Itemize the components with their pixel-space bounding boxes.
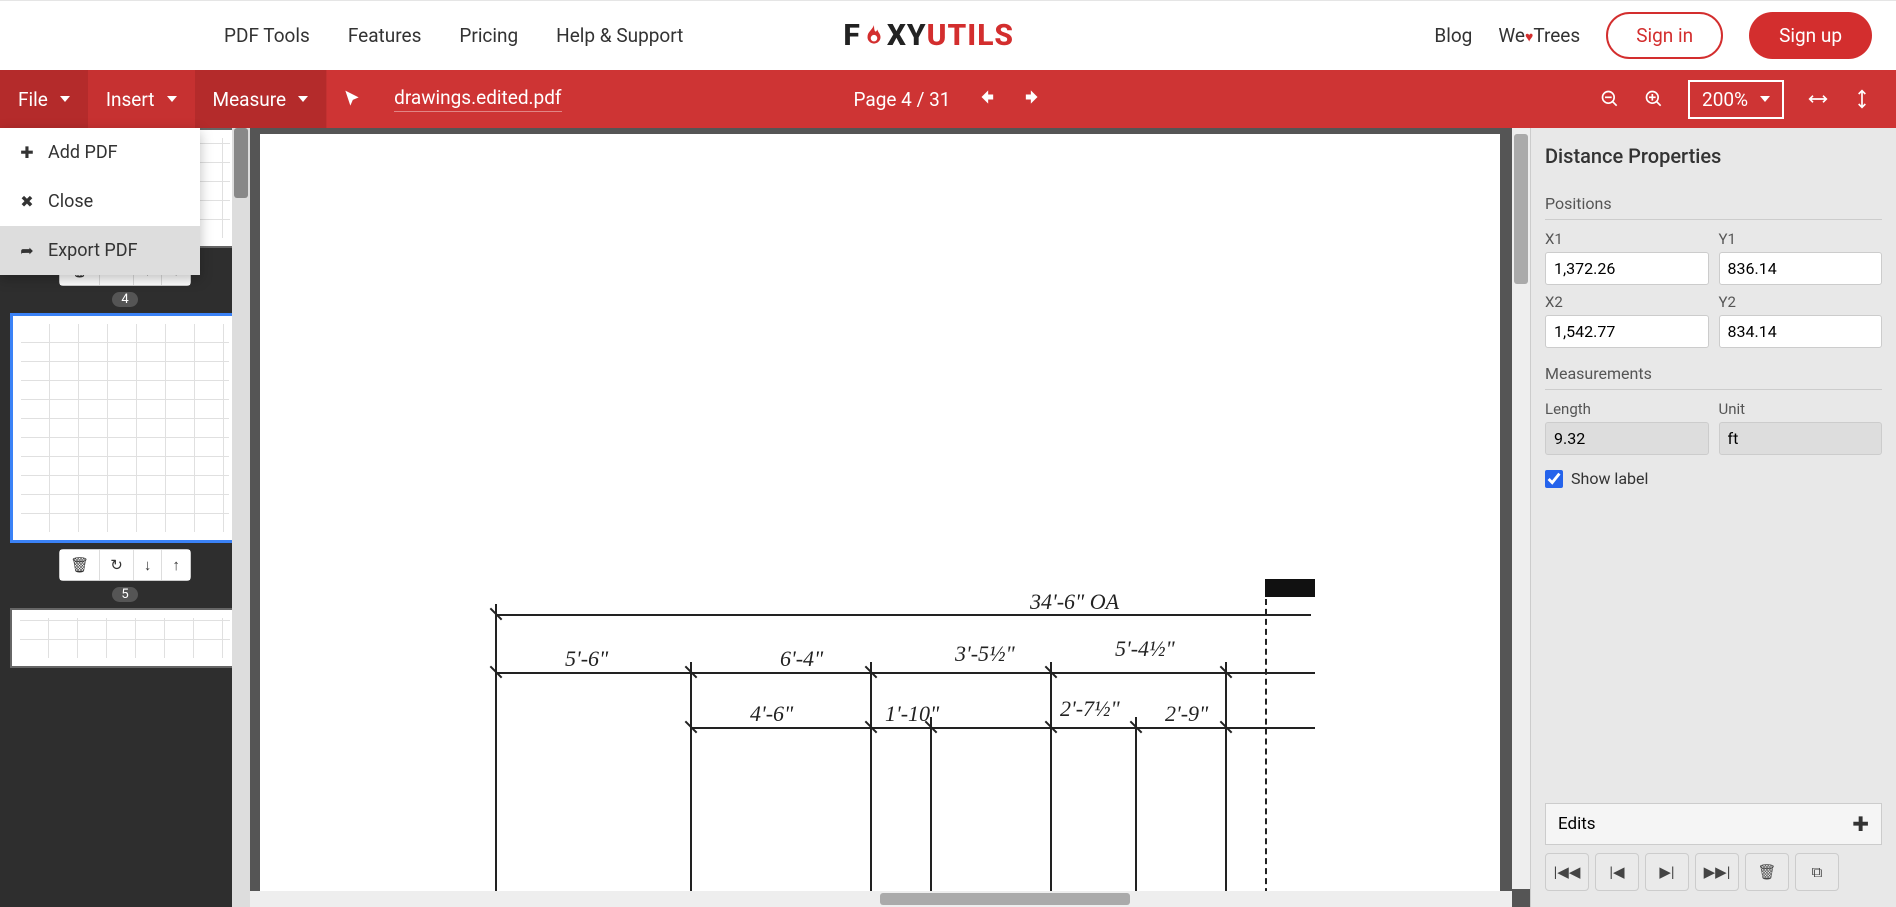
pager: Page 4 / 31 [854, 87, 1043, 112]
edits-delete-button[interactable]: 🗑 [1745, 853, 1789, 891]
length-label: Length [1545, 400, 1709, 418]
dim-7: 2'-7½" [1060, 696, 1120, 722]
zoom-out-button[interactable] [1600, 89, 1620, 109]
caret-down-icon [60, 96, 70, 102]
unit-input [1719, 422, 1883, 455]
page-indicator: Page 4 / 31 [854, 88, 951, 111]
canvas-hscrollbar[interactable] [250, 891, 1512, 907]
filename-display[interactable]: drawings.edited.pdf [394, 86, 561, 112]
nav-help-support[interactable]: Help & Support [556, 24, 683, 47]
dim-5: 4'-6" [750, 701, 793, 727]
arrow-right-icon [1022, 87, 1042, 107]
show-label-text: Show label [1571, 469, 1648, 488]
top-nav: PDF Tools Features Pricing Help & Suppor… [0, 0, 1896, 70]
thumbnail-number-5: 5 [112, 587, 138, 602]
positions-section-label: Positions [1545, 194, 1882, 220]
edits-last-button[interactable]: ▶▶| [1695, 853, 1739, 891]
nav-wetrees[interactable]: We♥Trees [1498, 24, 1580, 47]
next-page-button[interactable] [1022, 87, 1042, 112]
plus-icon: ✚ [18, 143, 36, 162]
dim-8: 2'-9" [1165, 701, 1208, 727]
edits-copy-button[interactable]: ⧉ [1795, 853, 1839, 891]
logo-utils: UTILS [927, 18, 1014, 53]
insert-menu-button[interactable]: Insert [88, 70, 195, 128]
fit-height-button[interactable] [1852, 89, 1872, 109]
thumbnail-toolbar: 🗑 ↻ ↓ ↑ [59, 549, 191, 581]
caret-down-icon [167, 96, 177, 102]
pointer-tool-button[interactable] [326, 70, 376, 128]
measurements-section-label: Measurements [1545, 364, 1882, 390]
arrow-left-icon [976, 87, 996, 107]
x2-label: X2 [1545, 293, 1709, 311]
canvas-area: 34'-6" OA 5'-6" 6'-4" 3'-5½" 5'-4½" 4'-6… [250, 128, 1530, 907]
y2-input[interactable] [1719, 315, 1883, 348]
scrollbar-thumb[interactable] [880, 893, 1130, 905]
show-label-checkbox[interactable] [1545, 470, 1563, 488]
export-icon: ➦ [18, 241, 36, 260]
properties-panel: Distance Properties Positions X1 Y1 X2 Y… [1530, 128, 1896, 907]
nav-pricing[interactable]: Pricing [459, 24, 518, 47]
thumb-delete-button[interactable]: 🗑 [60, 550, 100, 580]
thumbnail-page-4[interactable] [10, 313, 240, 543]
caret-down-icon [298, 96, 308, 102]
canvas-vscrollbar[interactable] [1512, 128, 1530, 889]
logo-f: F [843, 18, 860, 53]
edits-prev-button[interactable]: |◀ [1595, 853, 1639, 891]
scrollbar-thumb[interactable] [234, 128, 248, 198]
panel-title: Distance Properties [1545, 144, 1882, 168]
nav-blog[interactable]: Blog [1434, 24, 1472, 47]
y1-label: Y1 [1719, 230, 1883, 248]
fit-width-button[interactable] [1808, 89, 1828, 109]
dim-1: 5'-6" [565, 646, 608, 672]
thumbnail-number-4: 4 [112, 292, 138, 307]
flame-icon [861, 23, 887, 49]
edits-label: Edits [1558, 814, 1596, 834]
file-menu-export-pdf[interactable]: ➦ Export PDF [0, 226, 200, 275]
prev-page-button[interactable] [976, 87, 996, 112]
x1-label: X1 [1545, 230, 1709, 248]
edits-first-button[interactable]: |◀◀ [1545, 853, 1589, 891]
scrollbar-thumb[interactable] [1514, 134, 1528, 284]
pdf-canvas[interactable]: 34'-6" OA 5'-6" 6'-4" 3'-5½" 5'-4½" 4'-6… [260, 134, 1500, 893]
unit-label: Unit [1719, 400, 1883, 418]
dim-3: 3'-5½" [955, 641, 1015, 667]
thumbnail-scrollbar[interactable] [232, 128, 250, 907]
caret-down-icon [1760, 96, 1770, 102]
measure-menu-button[interactable]: Measure [195, 70, 327, 128]
dim-2: 6'-4" [780, 646, 823, 672]
dim-overall: 34'-6" OA [1030, 589, 1119, 615]
toolbar: File Insert Measure drawings.edited.pdf … [0, 70, 1896, 128]
signin-button[interactable]: Sign in [1606, 12, 1723, 59]
cursor-icon [342, 89, 362, 109]
file-menu-add-pdf[interactable]: ✚ Add PDF [0, 128, 200, 177]
signup-button[interactable]: Sign up [1749, 12, 1872, 59]
thumb-move-down-button[interactable]: ↓ [134, 550, 163, 580]
close-icon: ✖ [18, 192, 36, 211]
edits-next-button[interactable]: ▶| [1645, 853, 1689, 891]
edits-add-button[interactable]: ✚ [1852, 812, 1869, 836]
file-menu-close[interactable]: ✖ Close [0, 177, 200, 226]
zoom-dropdown[interactable]: 200% [1688, 80, 1784, 119]
edits-header: Edits ✚ [1545, 803, 1882, 845]
y1-input[interactable] [1719, 252, 1883, 285]
logo[interactable]: F XY UTILS [843, 18, 1014, 53]
file-menu-button[interactable]: File [0, 70, 88, 128]
nav-features[interactable]: Features [348, 24, 422, 47]
nav-pdf-tools[interactable]: PDF Tools [224, 24, 310, 47]
thumb-rotate-button[interactable]: ↻ [100, 550, 134, 580]
thumbnail-page-5[interactable] [10, 608, 240, 668]
logo-xy: XY [887, 18, 927, 53]
x2-input[interactable] [1545, 315, 1709, 348]
zoom-in-button[interactable] [1644, 89, 1664, 109]
x1-input[interactable] [1545, 252, 1709, 285]
length-input [1545, 422, 1709, 455]
file-dropdown-menu: ✚ Add PDF ✖ Close ➦ Export PDF [0, 128, 200, 275]
dim-4: 5'-4½" [1115, 636, 1175, 662]
thumb-move-up-button[interactable]: ↑ [162, 550, 190, 580]
y2-label: Y2 [1719, 293, 1883, 311]
